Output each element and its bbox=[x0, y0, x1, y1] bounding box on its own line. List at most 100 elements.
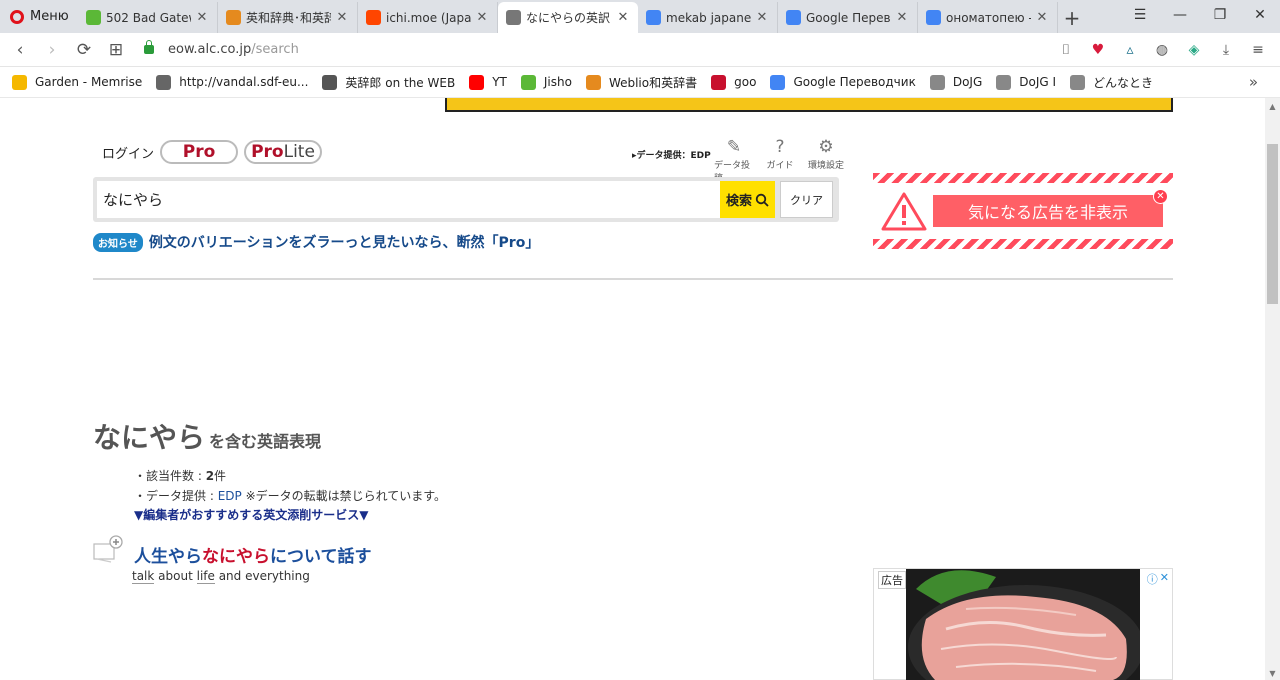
tab-menu-icon[interactable]: ☰ bbox=[1120, 0, 1160, 30]
close-window-button[interactable]: ✕ bbox=[1240, 0, 1280, 30]
tab-favicon-icon bbox=[646, 10, 661, 25]
bookmark-item[interactable]: Weblio和英辞書 bbox=[585, 74, 698, 91]
entry-highlight: なにやら bbox=[202, 547, 270, 567]
results-suffix: を含む英語表現 bbox=[209, 432, 322, 451]
bookmark-favicon-icon bbox=[156, 74, 172, 90]
bookmark-item[interactable]: YT bbox=[469, 74, 507, 90]
url-field[interactable]: eow.alc.co.jp/search bbox=[144, 40, 1054, 57]
download-icon[interactable]: ⤓ bbox=[1214, 38, 1238, 62]
tab-close-icon[interactable]: ✕ bbox=[755, 10, 769, 25]
bookmark-item[interactable]: DoJG bbox=[929, 74, 982, 90]
recommend-link[interactable]: ▼編集者がおすすめする英文添削サービス▼ bbox=[134, 506, 368, 523]
bookmark-item[interactable]: どんなとき bbox=[1070, 74, 1153, 91]
count-unit: 件 bbox=[214, 469, 227, 483]
scroll-down-icon[interactable]: ▼ bbox=[1265, 669, 1280, 678]
bookmark-label: YT bbox=[492, 75, 507, 89]
bookmark-item[interactable]: Jisho bbox=[520, 74, 572, 90]
bookmark-favicon-icon bbox=[1070, 74, 1086, 90]
count-line: ・該当件数 : 2件 bbox=[134, 466, 446, 486]
new-tab-button[interactable]: + bbox=[1058, 2, 1086, 33]
word-talk[interactable]: talk bbox=[132, 569, 155, 584]
bottom-ad[interactable]: 広告 ⓘ ✕ bbox=[873, 568, 1173, 680]
adchoices-icon[interactable]: ⓘ bbox=[1147, 571, 1158, 587]
browser-tab[interactable]: 英和辞典･和英辞 ✕ bbox=[218, 2, 358, 33]
page-scrollbar[interactable]: ▲ ▼ bbox=[1265, 98, 1280, 680]
search-input[interactable] bbox=[97, 181, 721, 218]
browser-tab[interactable]: ichi.moe (Japane ✕ bbox=[358, 2, 498, 33]
bookmark-label: goo bbox=[734, 75, 757, 89]
tab-favicon-icon bbox=[506, 10, 521, 25]
browser-tab[interactable]: ономатопею - ✕ bbox=[918, 2, 1058, 33]
browser-tab[interactable]: Google Перевод ✕ bbox=[778, 2, 918, 33]
tab-close-icon[interactable]: ✕ bbox=[616, 10, 630, 25]
site-tool-label: ガイド bbox=[766, 161, 794, 171]
extension-icon[interactable]: ▵ bbox=[1118, 38, 1142, 62]
prolite-button[interactable]: Pro Lite bbox=[244, 140, 323, 164]
tab-label: なにやらの英訳 bbox=[526, 11, 611, 25]
provider-link[interactable]: EDP bbox=[218, 489, 242, 503]
search-button[interactable]: 検索 bbox=[720, 181, 775, 218]
prolite-lite: Lite bbox=[283, 142, 315, 162]
entry-pre: 人生やら bbox=[134, 547, 202, 567]
tab-close-icon[interactable]: ✕ bbox=[895, 10, 909, 25]
word-life[interactable]: life bbox=[196, 569, 215, 584]
tab-close-icon[interactable]: ✕ bbox=[195, 10, 209, 25]
bookmark-item[interactable]: Garden - Memrise bbox=[12, 74, 142, 90]
scroll-up-icon[interactable]: ▲ bbox=[1265, 102, 1280, 111]
opera-menu-button[interactable]: Меню bbox=[0, 0, 78, 33]
bookmark-item[interactable]: http://vandal.sdf-eu... bbox=[156, 74, 308, 90]
tab-close-icon[interactable]: ✕ bbox=[335, 10, 349, 25]
bookmark-favicon-icon bbox=[996, 74, 1012, 90]
bookmark-item[interactable]: 英辞郎 on the WEB bbox=[322, 74, 455, 91]
messenger-icon[interactable]: ◍ bbox=[1150, 38, 1174, 62]
stripe-bottom bbox=[873, 239, 1173, 249]
top-banner-ad[interactable] bbox=[445, 98, 1173, 112]
more-bookmarks-icon[interactable]: » bbox=[1249, 73, 1258, 91]
bookmark-label: どんなとき bbox=[1093, 75, 1154, 90]
provider-label: ・データ提供 : bbox=[134, 489, 218, 503]
notice-badge: お知らせ bbox=[93, 232, 143, 252]
vpn-icon[interactable]: ◈ bbox=[1182, 38, 1206, 62]
clear-button[interactable]: クリア bbox=[780, 181, 833, 218]
heart-icon[interactable]: ♥ bbox=[1086, 38, 1110, 62]
restore-button[interactable]: ❐ bbox=[1200, 0, 1240, 30]
easy-setup-icon[interactable]: ≡ bbox=[1246, 38, 1270, 62]
entry-title: 人生やらなにやらについて話す bbox=[134, 542, 372, 567]
tab-close-icon[interactable]: ✕ bbox=[475, 10, 489, 25]
results-meta: ・該当件数 : 2件 ・データ提供 : EDP ※データの転載は禁じられています… bbox=[134, 466, 446, 506]
close-ad-icon[interactable]: ✕ bbox=[1160, 571, 1169, 587]
pro-button[interactable]: Pro bbox=[160, 140, 239, 164]
bookmark-label: Weblio和英辞書 bbox=[608, 75, 698, 90]
warning-icon bbox=[881, 192, 927, 231]
reload-button[interactable]: ⟳ bbox=[68, 35, 100, 65]
speed-dial-icon[interactable]: ⊞ bbox=[100, 35, 132, 65]
opera-logo-icon bbox=[10, 9, 24, 24]
bookmark-item[interactable]: Google Переводчик bbox=[770, 74, 916, 90]
forward-button[interactable]: › bbox=[36, 35, 68, 65]
bookmark-item[interactable]: goo bbox=[711, 74, 757, 90]
browser-tab[interactable]: mekab japanese ✕ bbox=[638, 2, 778, 33]
prolite-pro: Pro bbox=[251, 142, 284, 162]
back-button[interactable]: ‹ bbox=[4, 35, 36, 65]
login-row: ログイン Pro Pro Lite bbox=[102, 140, 328, 164]
ad-image[interactable] bbox=[906, 569, 1140, 680]
url-domain: eow.alc.co.jp bbox=[168, 42, 252, 57]
notice-link[interactable]: 例文のバリエーションをズラーっと見たいなら、断然「Pro」 bbox=[149, 232, 540, 252]
browser-tab[interactable]: なにやらの英訳 ✕ bbox=[498, 2, 638, 33]
minimize-button[interactable]: — bbox=[1160, 0, 1200, 30]
bookmark-item[interactable]: DoJG I bbox=[996, 74, 1056, 90]
close-icon[interactable]: ✕ bbox=[1153, 189, 1168, 204]
login-link[interactable]: ログイン bbox=[102, 143, 154, 162]
steak-image bbox=[906, 569, 1140, 680]
divider bbox=[93, 278, 1173, 280]
hide-ad-banner: 気になる広告を非表示 ✕ bbox=[873, 173, 1173, 249]
camera-icon[interactable]: ⌷ bbox=[1054, 38, 1078, 62]
scrollbar-thumb[interactable] bbox=[1267, 144, 1278, 304]
tab-label: 502 Bad Gatewa bbox=[106, 10, 191, 25]
hide-ad-button[interactable]: 気になる広告を非表示 bbox=[933, 195, 1163, 227]
page-content: ログイン Pro ProLite ▸データ提供：EDP ✎データ投稿?ガイド⚙環… bbox=[0, 98, 1265, 680]
browser-tab[interactable]: 502 Bad Gatewa ✕ bbox=[78, 2, 218, 33]
add-to-wordbook-icon[interactable] bbox=[93, 535, 123, 565]
tab-label: ichi.moe (Japane bbox=[386, 10, 471, 25]
tab-close-icon[interactable]: ✕ bbox=[1035, 10, 1049, 25]
